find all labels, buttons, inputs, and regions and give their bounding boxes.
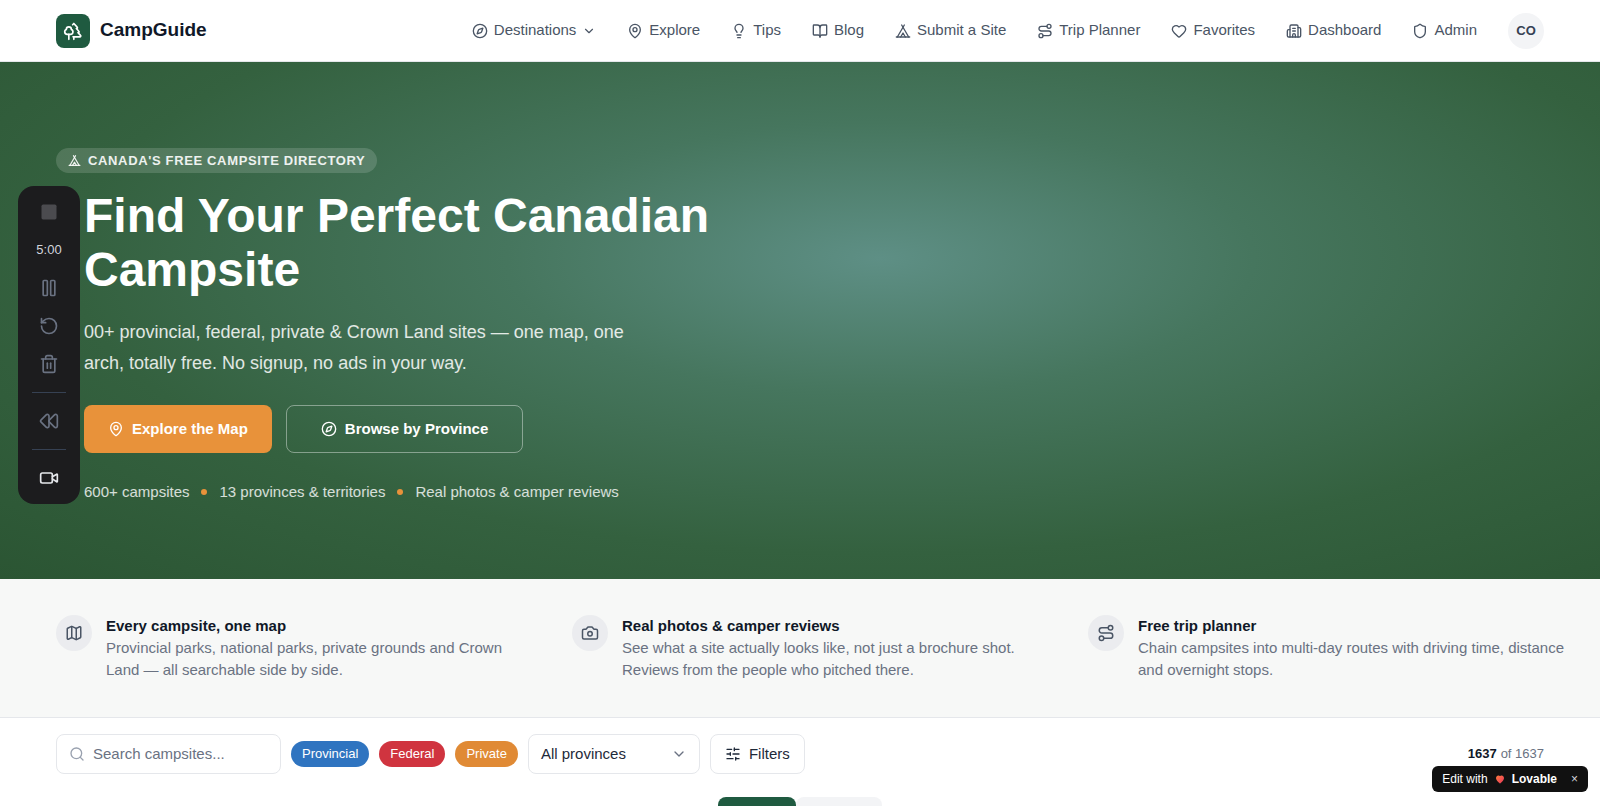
hero-actions: Explore the Map Browse by Province bbox=[84, 405, 1600, 453]
nav-item[interactable]: Admin bbox=[1412, 19, 1477, 42]
brand-logo bbox=[56, 14, 90, 48]
type-tag[interactable]: Private bbox=[455, 741, 517, 767]
feature-icon bbox=[581, 624, 599, 642]
feature-card: Free trip plannerChain campsites into mu… bbox=[1088, 615, 1588, 681]
nav-icon bbox=[1171, 23, 1187, 39]
sliders-icon bbox=[725, 746, 741, 762]
hero-stat: Real photos & camper reviews bbox=[397, 481, 618, 504]
nav-item[interactable]: Trip Planner bbox=[1037, 19, 1140, 42]
feature-description: Provincial parks, national parks, privat… bbox=[106, 637, 536, 681]
province-select[interactable]: All provinces bbox=[528, 734, 700, 774]
nav-item[interactable]: Submit a Site bbox=[895, 19, 1006, 42]
brand-name: CampGuide bbox=[100, 16, 207, 45]
close-button[interactable]: × bbox=[1571, 770, 1578, 788]
feature-icon-circle bbox=[1088, 615, 1124, 651]
hero-stat: 600+ campsites bbox=[84, 481, 189, 504]
nav-icon bbox=[1286, 23, 1302, 39]
nav-item[interactable]: Destinations bbox=[472, 19, 597, 42]
top-nav: CampGuide Destinations Explore Tips Blog Subm… bbox=[0, 0, 1600, 62]
recorder-time: 5:00 bbox=[36, 240, 61, 260]
nav-item[interactable]: Favorites bbox=[1171, 19, 1255, 42]
features: Every campsite, one mapProvincial parks,… bbox=[0, 579, 1600, 718]
stat-dot bbox=[397, 489, 403, 495]
feature-card: Real photos & camper reviewsSee what a s… bbox=[572, 615, 1072, 681]
lovable-heart-icon bbox=[1494, 773, 1506, 785]
feature-icon bbox=[1097, 624, 1115, 642]
lovable-badge[interactable]: Edit withLovable× bbox=[1432, 766, 1588, 792]
trees-icon bbox=[63, 21, 83, 41]
nav-item[interactable]: Explore bbox=[627, 19, 700, 42]
type-tag[interactable]: Provincial bbox=[291, 741, 369, 767]
brand[interactable]: CampGuide bbox=[56, 14, 207, 48]
nav-icon bbox=[812, 23, 828, 39]
nav-icon bbox=[1037, 23, 1053, 39]
feature-title: Real photos & camper reviews bbox=[622, 615, 1052, 637]
camera-icon[interactable] bbox=[39, 468, 59, 488]
feature-icon bbox=[65, 624, 83, 642]
feature-description: See what a site actually looks like, not… bbox=[622, 637, 1052, 681]
browse-province-button[interactable]: Browse by Province bbox=[286, 405, 523, 453]
hero-title: Find Your Perfect CanadianCampsite bbox=[84, 189, 1600, 297]
hero-stat: 13 provinces & territories bbox=[201, 481, 385, 504]
filters-button[interactable]: Filters bbox=[710, 734, 805, 774]
restart-icon[interactable] bbox=[39, 316, 59, 336]
feature-title: Free trip planner bbox=[1138, 615, 1568, 637]
divider bbox=[32, 392, 66, 393]
stat-dot bbox=[201, 489, 207, 495]
chevron-down-icon bbox=[582, 24, 596, 38]
trash-icon[interactable] bbox=[39, 354, 59, 374]
hero-badge: CANADA'S FREE CAMPSITE DIRECTORY bbox=[56, 148, 377, 173]
view-toggle bbox=[0, 790, 1600, 806]
nav-icon bbox=[895, 23, 911, 39]
nav-item[interactable]: Dashboard bbox=[1286, 19, 1381, 42]
avatar[interactable]: CO bbox=[1508, 13, 1544, 49]
nav-menu: Destinations Explore Tips Blog Submit a Site… bbox=[472, 13, 1544, 49]
nav-icon bbox=[1412, 23, 1428, 39]
map-pin-icon bbox=[108, 421, 124, 437]
feature-card: Every campsite, one mapProvincial parks,… bbox=[56, 615, 556, 681]
pause-icon[interactable] bbox=[39, 278, 59, 298]
nav-item[interactable]: Blog bbox=[812, 19, 864, 42]
feature-description: Chain campsites into multi-day routes wi… bbox=[1138, 637, 1568, 681]
chevron-down-icon bbox=[671, 746, 687, 762]
tent-icon bbox=[68, 154, 81, 167]
page: CampGuide Destinations Explore Tips Blog Subm… bbox=[0, 0, 1600, 806]
result-count: 1637of 1637 bbox=[1468, 744, 1544, 764]
nav-icon bbox=[472, 23, 488, 39]
feature-title: Every campsite, one map bbox=[106, 615, 536, 637]
hero-stats: 600+ campsites 13 provinces & territories… bbox=[84, 481, 1600, 504]
hero: CANADA'S FREE CAMPSITE DIRECTORYFind You… bbox=[0, 62, 1600, 579]
feature-icon-circle bbox=[572, 615, 608, 651]
type-tag[interactable]: Federal bbox=[379, 741, 445, 767]
stop-icon[interactable] bbox=[39, 202, 59, 222]
view-toggle-active[interactable] bbox=[718, 797, 796, 806]
nav-icon bbox=[627, 23, 643, 39]
search-field[interactable] bbox=[56, 734, 281, 774]
nav-icon bbox=[731, 23, 747, 39]
nav-item[interactable]: Tips bbox=[731, 19, 781, 42]
explore-map-button[interactable]: Explore the Map bbox=[84, 405, 272, 453]
recorder-toolbar: 5:00 bbox=[18, 186, 80, 504]
view-toggle-inactive[interactable] bbox=[796, 797, 882, 806]
search-icon bbox=[69, 746, 85, 762]
search-input[interactable] bbox=[93, 743, 268, 766]
feature-icon-circle bbox=[56, 615, 92, 651]
compass-icon bbox=[321, 421, 337, 437]
hero-content: Find Your Perfect CanadianCampsite 00+ pr… bbox=[56, 173, 1600, 504]
filter-bar: Provincial Federal Private All provincesFil… bbox=[0, 718, 1600, 790]
divider bbox=[32, 449, 66, 450]
rewind-icon[interactable] bbox=[39, 411, 59, 431]
hero-subtitle: 00+ provincial, federal, private & Crown… bbox=[84, 317, 1600, 379]
